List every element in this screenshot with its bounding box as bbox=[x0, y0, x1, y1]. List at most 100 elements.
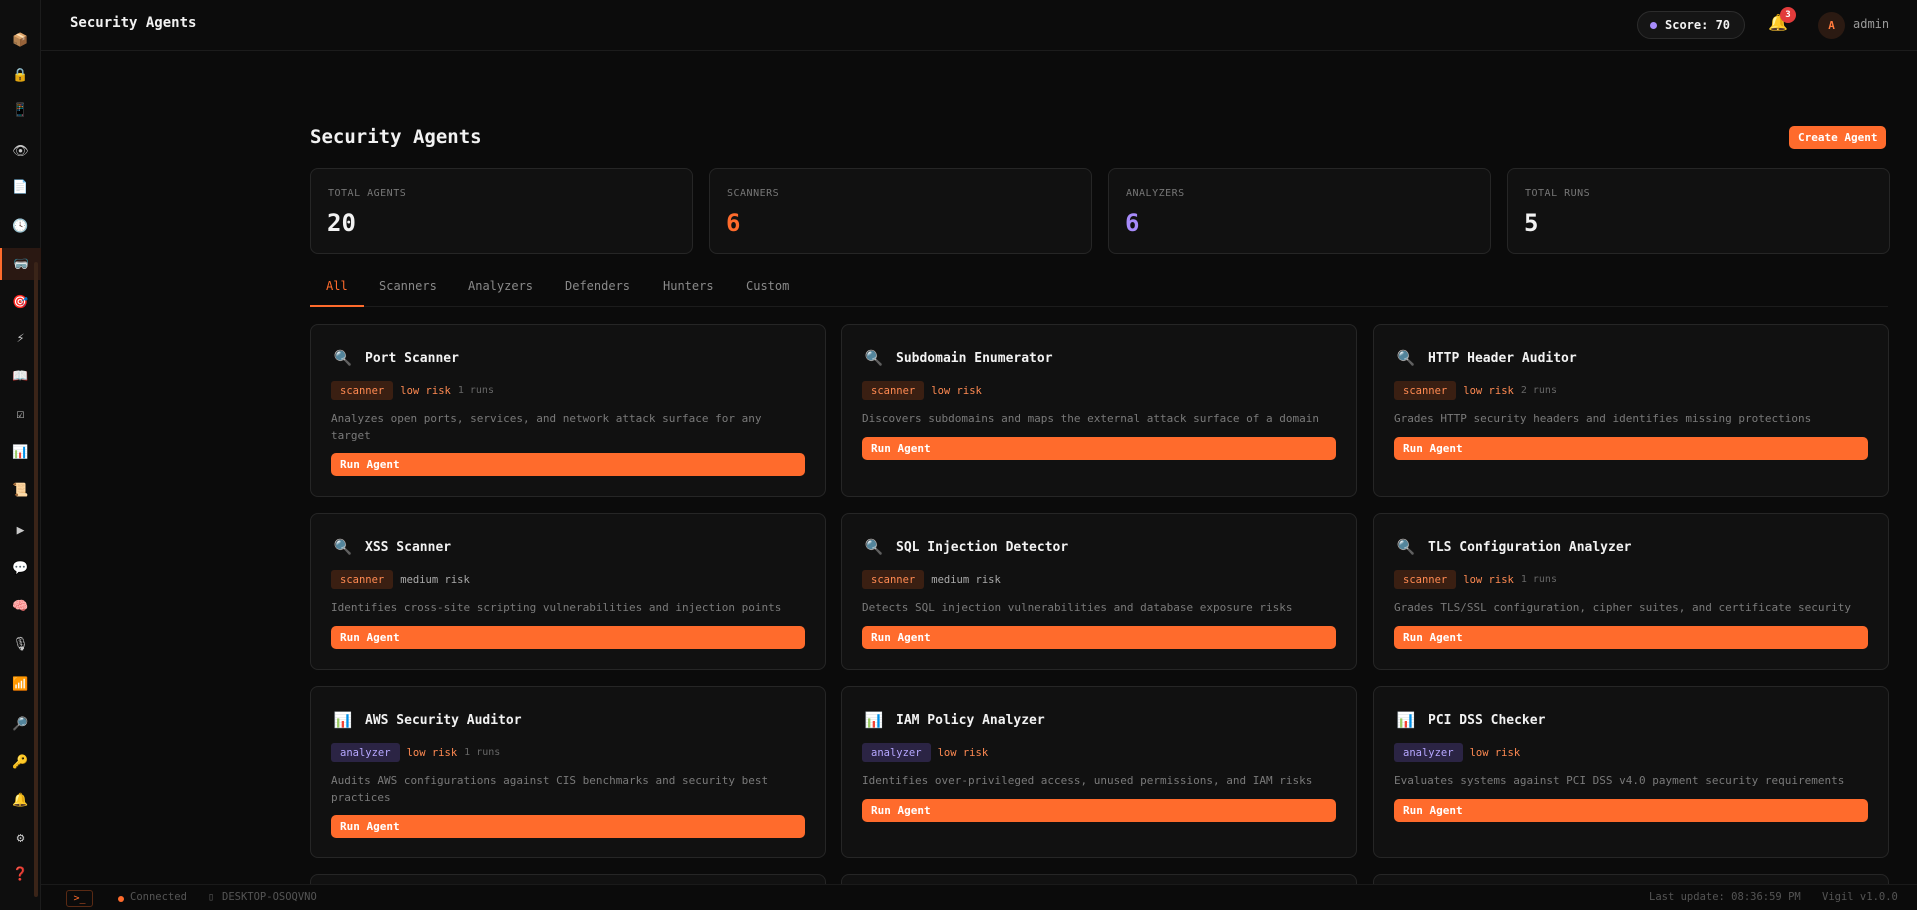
tab-all[interactable]: All bbox=[310, 273, 364, 307]
risk-level: low risk bbox=[937, 746, 989, 759]
agent-type-tabs: All Scanners Analyzers Defenders Hunters Cust… bbox=[310, 273, 1888, 307]
package-icon[interactable]: 📦 bbox=[0, 24, 41, 56]
last-update: Last update: 08:36:59 PM bbox=[1649, 891, 1801, 903]
agent-name: TLS Configuration Analyzer bbox=[1428, 539, 1632, 555]
agent-card[interactable]: 📊 AWS Security Auditor analyzer low risk 1 r… bbox=[310, 686, 826, 858]
terminal-button[interactable]: >_ bbox=[66, 890, 93, 907]
run-agent-button[interactable]: Run Agent bbox=[862, 626, 1336, 649]
bar-chart-icon: 📊 bbox=[864, 711, 884, 729]
risk-level: medium risk bbox=[931, 573, 1001, 586]
risk-level: low risk bbox=[1463, 384, 1514, 397]
device-icon[interactable]: 📱 bbox=[0, 94, 41, 126]
connection-status: Connected bbox=[130, 891, 187, 903]
agent-card-header: 🔍 TLS Configuration Analyzer bbox=[1396, 538, 1632, 556]
agent-card-header: 🔍 Subdomain Enumerator bbox=[864, 349, 1053, 367]
agent-name: XSS Scanner bbox=[365, 539, 452, 555]
lock-icon[interactable]: 🔒 bbox=[0, 59, 41, 91]
host-icon: ▯ bbox=[208, 891, 215, 903]
agent-card-header: 📊 IAM Policy Analyzer bbox=[864, 711, 1045, 729]
status-bar: >_ Connected ▯ DESKTOP-OSOQVNO Last upda… bbox=[41, 884, 1917, 910]
agent-tags: scanner medium risk bbox=[862, 570, 1001, 589]
username[interactable]: admin bbox=[1853, 17, 1889, 31]
run-agent-button[interactable]: Run Agent bbox=[862, 799, 1336, 822]
agent-card[interactable]: 📊 IAM Policy Analyzer analyzer low risk Iden… bbox=[841, 686, 1357, 858]
agent-card-header: 🔍 XSS Scanner bbox=[333, 538, 451, 556]
stat-label: TOTAL AGENTS bbox=[328, 188, 407, 199]
agent-name: SQL Injection Detector bbox=[896, 539, 1069, 555]
agent-description: Grades TLS/SSL configuration, cipher sui… bbox=[1394, 601, 1851, 614]
tab-hunters[interactable]: Hunters bbox=[647, 273, 730, 307]
tab-analyzers[interactable]: Analyzers bbox=[452, 273, 549, 307]
run-count: 2 runs bbox=[1520, 385, 1557, 396]
agent-name: IAM Policy Analyzer bbox=[896, 712, 1045, 728]
stat-value: 6 bbox=[726, 209, 741, 237]
eye-icon[interactable]: 👁 bbox=[0, 135, 41, 167]
agent-name: Subdomain Enumerator bbox=[896, 350, 1053, 366]
agent-tags: scanner low risk 2 runs bbox=[1394, 381, 1557, 400]
agent-tags: scanner low risk 1 runs bbox=[331, 381, 494, 400]
run-agent-button[interactable]: Run Agent bbox=[331, 626, 805, 649]
agent-name: AWS Security Auditor bbox=[365, 712, 522, 728]
run-agent-button[interactable]: Run Agent bbox=[1394, 437, 1868, 460]
stat-label: SCANNERS bbox=[727, 188, 780, 199]
avatar[interactable]: A bbox=[1818, 12, 1845, 39]
clock-icon[interactable]: 🕓 bbox=[0, 210, 41, 242]
magnifier-icon: 🔍 bbox=[333, 349, 353, 367]
tab-scanners[interactable]: Scanners bbox=[363, 273, 453, 307]
tab-defenders[interactable]: Defenders bbox=[549, 273, 646, 307]
agent-type-tag: scanner bbox=[1394, 570, 1457, 589]
document-icon[interactable]: 📄 bbox=[0, 171, 41, 203]
agent-tags: analyzer low risk bbox=[1394, 743, 1520, 762]
sidebar-scrollbar[interactable] bbox=[34, 262, 38, 897]
stat-card-analyzers: ANALYZERS 6 bbox=[1108, 168, 1491, 254]
stat-value: 20 bbox=[327, 209, 356, 237]
agent-type-tag: scanner bbox=[1394, 381, 1457, 400]
agent-card[interactable]: 🔍 TLS Configuration Analyzer scanner low ri… bbox=[1373, 513, 1889, 670]
agent-type-tag: analyzer bbox=[331, 743, 400, 762]
stat-card-total-agents: TOTAL AGENTS 20 bbox=[310, 168, 693, 254]
magnifier-icon: 🔍 bbox=[1396, 349, 1416, 367]
risk-level: low risk bbox=[1469, 746, 1521, 759]
agent-type-tag: analyzer bbox=[862, 743, 931, 762]
agent-tags: scanner low risk bbox=[862, 381, 982, 400]
agent-card-header: 🔍 HTTP Header Auditor bbox=[1396, 349, 1577, 367]
stat-value: 6 bbox=[1125, 209, 1140, 237]
run-agent-button[interactable]: Run Agent bbox=[1394, 626, 1868, 649]
agent-card[interactable]: 🔍 Subdomain Enumerator scanner low risk Disc… bbox=[841, 324, 1357, 497]
run-count: 1 runs bbox=[464, 747, 501, 758]
agent-description: Discovers subdomains and maps the extern… bbox=[862, 412, 1319, 425]
agent-card[interactable]: 🔍 XSS Scanner scanner medium risk Identifies… bbox=[310, 513, 826, 670]
agent-description: Analyzes open ports, services, and netwo… bbox=[331, 412, 762, 442]
agent-tags: scanner low risk 1 runs bbox=[1394, 570, 1557, 589]
agent-tags: analyzer low risk 1 runs bbox=[331, 743, 500, 762]
stat-label: ANALYZERS bbox=[1126, 188, 1185, 199]
risk-level: medium risk bbox=[400, 573, 470, 586]
magnifier-icon: 🔍 bbox=[864, 349, 884, 367]
run-agent-button[interactable]: Run Agent bbox=[862, 437, 1336, 460]
agent-card[interactable]: 📊 PCI DSS Checker analyzer low risk Evaluate… bbox=[1373, 686, 1889, 858]
agent-description: Detects SQL injection vulnerabilities an… bbox=[862, 601, 1293, 614]
run-agent-button[interactable]: Run Agent bbox=[331, 815, 805, 838]
risk-level: low risk bbox=[931, 384, 982, 397]
agent-name: PCI DSS Checker bbox=[1428, 712, 1546, 728]
stat-value: 5 bbox=[1524, 209, 1539, 237]
notification-count-badge: 3 bbox=[1780, 7, 1796, 23]
app-version: Vigil v1.0.0 bbox=[1822, 891, 1898, 903]
score-dot-icon bbox=[1650, 21, 1657, 29]
agent-card[interactable]: 🔍 Port Scanner scanner low risk 1 runs Analyz… bbox=[310, 324, 826, 497]
agent-type-tag: analyzer bbox=[1394, 743, 1463, 762]
score-badge[interactable]: Score: 70 bbox=[1637, 11, 1746, 39]
stat-card-total-runs: TOTAL RUNS 5 bbox=[1507, 168, 1890, 254]
create-agent-button[interactable]: Create Agent bbox=[1789, 126, 1887, 149]
agent-card[interactable]: 🔍 SQL Injection Detector scanner medium ris… bbox=[841, 513, 1357, 670]
run-agent-button[interactable]: Run Agent bbox=[331, 453, 805, 476]
app-title: Security Agents bbox=[70, 15, 197, 31]
page-title: Security Agents bbox=[310, 126, 482, 148]
tab-custom[interactable]: Custom bbox=[730, 273, 805, 307]
stat-label: TOTAL RUNS bbox=[1525, 188, 1591, 199]
run-agent-button[interactable]: Run Agent bbox=[1394, 799, 1868, 822]
sidebar: 📦 🔒 📱 👁 📄 🕓 🥽 🎯 ⚡ 📖 ☑ 📊 📜 ▶ 💬 🧠 🎙 📶 🔎 🔑 🔔 ⚙ ❓ bbox=[0, 0, 41, 910]
magnifier-icon: 🔍 bbox=[333, 538, 353, 556]
top-bar: Security Agents Score: 70 🔔 3 A admin bbox=[41, 0, 1917, 51]
agent-card[interactable]: 🔍 HTTP Header Auditor scanner low risk 2 run… bbox=[1373, 324, 1889, 497]
